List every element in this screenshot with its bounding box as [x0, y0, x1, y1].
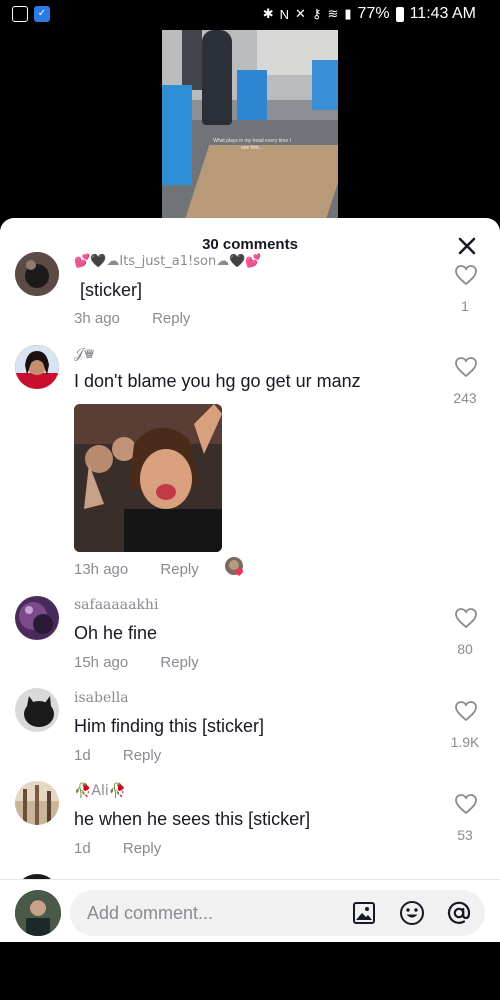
video-caption: What plays in my head every time I see h… [213, 138, 291, 151]
comments-count-title: 30 comments [202, 236, 298, 253]
comment-text: he when he sees this [sticker] [74, 809, 311, 829]
comment-text: I don't blame you hg go get ur manz [74, 371, 361, 391]
sheet-header: 30 comments [0, 218, 500, 258]
like-count: 80 [457, 641, 473, 657]
like-count: 243 [453, 390, 477, 406]
comment-username[interactable]: isabella [74, 690, 129, 706]
clock: 11:43 AM [409, 5, 476, 22]
heart-outline-icon[interactable] [454, 793, 478, 815]
avatar[interactable] [15, 252, 59, 296]
reply-button[interactable]: Reply [160, 654, 198, 671]
comment-meta: 1d Reply [74, 840, 161, 857]
heart-outline-icon[interactable] [454, 264, 478, 286]
comment-username[interactable]: 💕🖤☁Its_just_a1!son☁🖤💕 [74, 254, 262, 269]
heart-outline-icon[interactable] [454, 607, 478, 629]
add-comment-input[interactable]: Add comment... [70, 890, 485, 936]
reply-button[interactable]: Reply [160, 561, 198, 578]
comment-time: 1d [74, 840, 91, 857]
reply-button[interactable]: Reply [152, 310, 190, 327]
status-bar: ✓ ✱ N ✕ ⚷ ≋ ▮ 77% 11:43 AM [0, 0, 500, 30]
heart-outline-icon[interactable] [454, 700, 478, 722]
mute-icon: ✕ [295, 6, 306, 21]
like-count: 53 [457, 827, 473, 843]
comment-text: [sticker] [80, 280, 143, 300]
avatar[interactable] [15, 781, 59, 825]
signal-icon: ▮ [344, 6, 352, 21]
comment-text: Oh he fine [74, 623, 158, 643]
comment-time: 1d [74, 747, 91, 764]
image-icon[interactable] [351, 900, 377, 926]
reply-button[interactable]: Reply [123, 747, 161, 764]
add-comment-placeholder: Add comment... [87, 903, 214, 923]
key-icon: ⚷ [311, 6, 322, 21]
comment-meta: 15h ago Reply [74, 654, 199, 671]
comment-input-bar: Add comment... [0, 879, 500, 942]
comment-time: 15h ago [74, 654, 129, 671]
bluetooth-icon: ✱ [262, 6, 274, 21]
at-icon[interactable] [446, 900, 472, 926]
comment-time: 13h ago [74, 561, 129, 578]
comment-meta: 3h ago Reply [74, 310, 190, 327]
comments-sheet: 30 comments 💕🖤☁Its_just_a1!son☁🖤💕 [stick… [0, 218, 500, 942]
comment-username[interactable]: safaaaaakhi [74, 597, 158, 613]
current-user-avatar [15, 890, 61, 936]
close-icon[interactable] [456, 235, 478, 257]
avatar[interactable] [15, 688, 59, 732]
avatar[interactable] [15, 596, 59, 640]
comment-gif[interactable] [74, 404, 222, 552]
gallery-notification-icon [12, 6, 28, 22]
like-count: 1.9K [450, 734, 480, 750]
reply-button[interactable]: Reply [123, 840, 161, 857]
video-player[interactable]: What plays in my head every time I see h… [0, 30, 500, 220]
avatar[interactable] [15, 345, 59, 389]
battery-icon [395, 6, 404, 22]
nfc-icon: N [279, 6, 290, 22]
battery-percent: 77% [357, 5, 390, 22]
comment-meta: 1d Reply [74, 747, 161, 764]
shield-notification-icon: ✓ [34, 6, 50, 22]
comment-text: Him finding this [sticker] [74, 716, 265, 736]
comment-username[interactable]: 🥀Ali🥀 [74, 783, 126, 799]
emoji-icon[interactable] [399, 900, 425, 926]
navigation-area [0, 942, 500, 1000]
comment-time: 3h ago [74, 310, 120, 327]
video-frame[interactable]: What plays in my head every time I see h… [162, 30, 338, 220]
wifi-icon: ≋ [327, 6, 339, 21]
creator-liked-icon [225, 557, 243, 576]
comment-meta: 13h ago Reply [74, 561, 199, 578]
like-count: 1 [461, 298, 469, 314]
comment-username[interactable]: 𝒥♛ [74, 346, 95, 362]
heart-outline-icon[interactable] [454, 356, 478, 378]
